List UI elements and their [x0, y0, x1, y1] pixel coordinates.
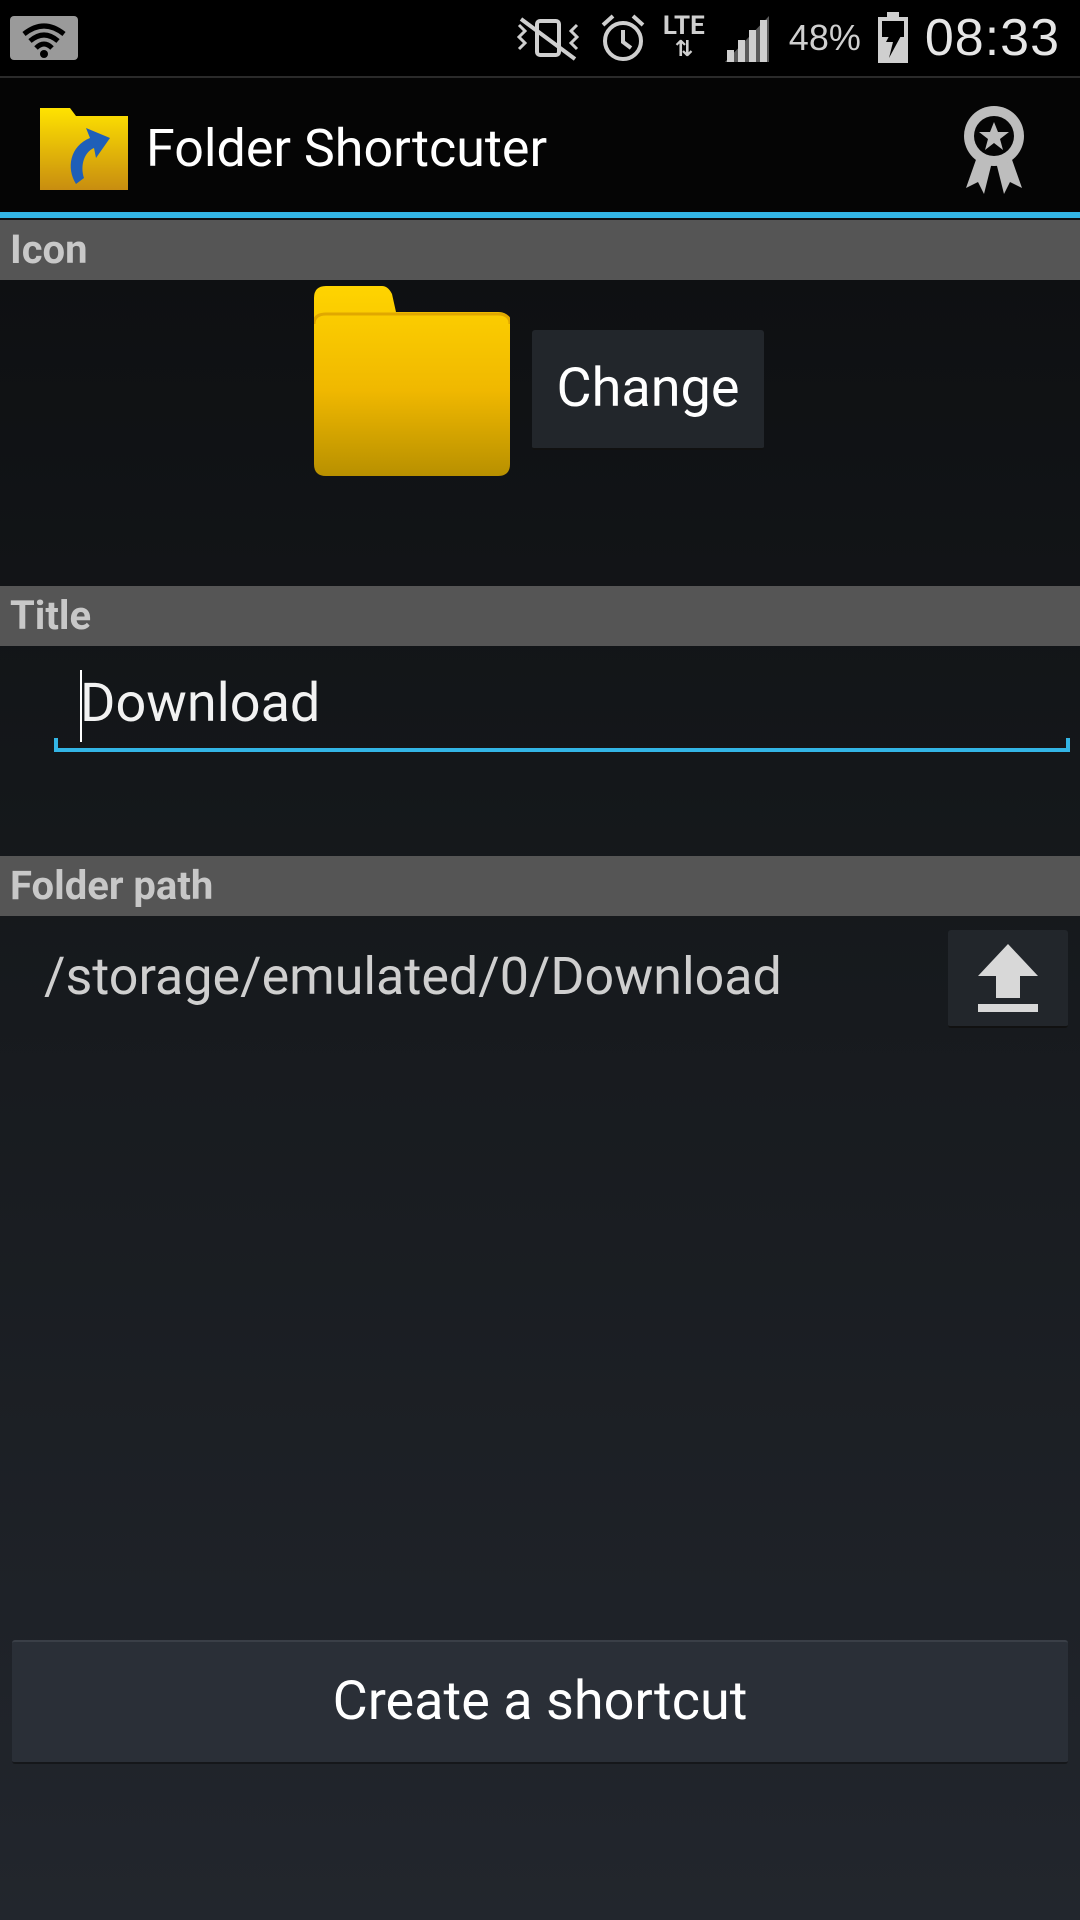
signal-icon: [724, 16, 769, 62]
action-bar: Folder Shortcuter: [0, 78, 1080, 214]
lte-label: LTE: [662, 11, 705, 41]
app-title: Folder Shortcuter: [146, 118, 548, 179]
path-section-header: Folder path: [0, 856, 1080, 916]
action-bar-divider: [0, 212, 1080, 218]
award-ribbon-icon[interactable]: [958, 102, 1030, 194]
title-input-value[interactable]: Download: [80, 672, 320, 735]
yellow-folder-icon: [314, 286, 510, 476]
create-shortcut-button[interactable]: Create a shortcut: [12, 1640, 1068, 1764]
title-input[interactable]: Download: [54, 660, 1070, 752]
folder-path-text: /storage/emulated/0/Download: [44, 946, 782, 1007]
alarm-icon: [601, 14, 645, 61]
status-icons: LTE ⇅ 48% 08:33: [513, 0, 1060, 76]
title-input-underline: [54, 748, 1070, 752]
upload-arrow-icon: [978, 944, 1038, 1012]
title-input-tick-right: [1066, 738, 1070, 752]
battery-charging-icon: [877, 12, 908, 63]
status-bar: LTE ⇅ 48% 08:33: [0, 0, 1080, 78]
mute-vibrate-icon: [516, 17, 579, 61]
parent-folder-button[interactable]: [948, 930, 1068, 1028]
change-icon-button[interactable]: Change: [532, 330, 764, 450]
clock: 08:33: [924, 9, 1060, 67]
battery-percent: 48%: [788, 17, 861, 58]
data-arrows-icon: ⇅: [674, 37, 694, 62]
lte-data-icon: LTE ⇅: [662, 11, 705, 62]
title-input-tick-left: [54, 738, 58, 752]
text-cursor: [80, 670, 82, 742]
wifi-icon: [10, 16, 78, 60]
folder-shortcut-app-icon: [40, 108, 128, 190]
title-section-header: Title: [0, 586, 1080, 646]
icon-section-header: Icon: [0, 220, 1080, 280]
